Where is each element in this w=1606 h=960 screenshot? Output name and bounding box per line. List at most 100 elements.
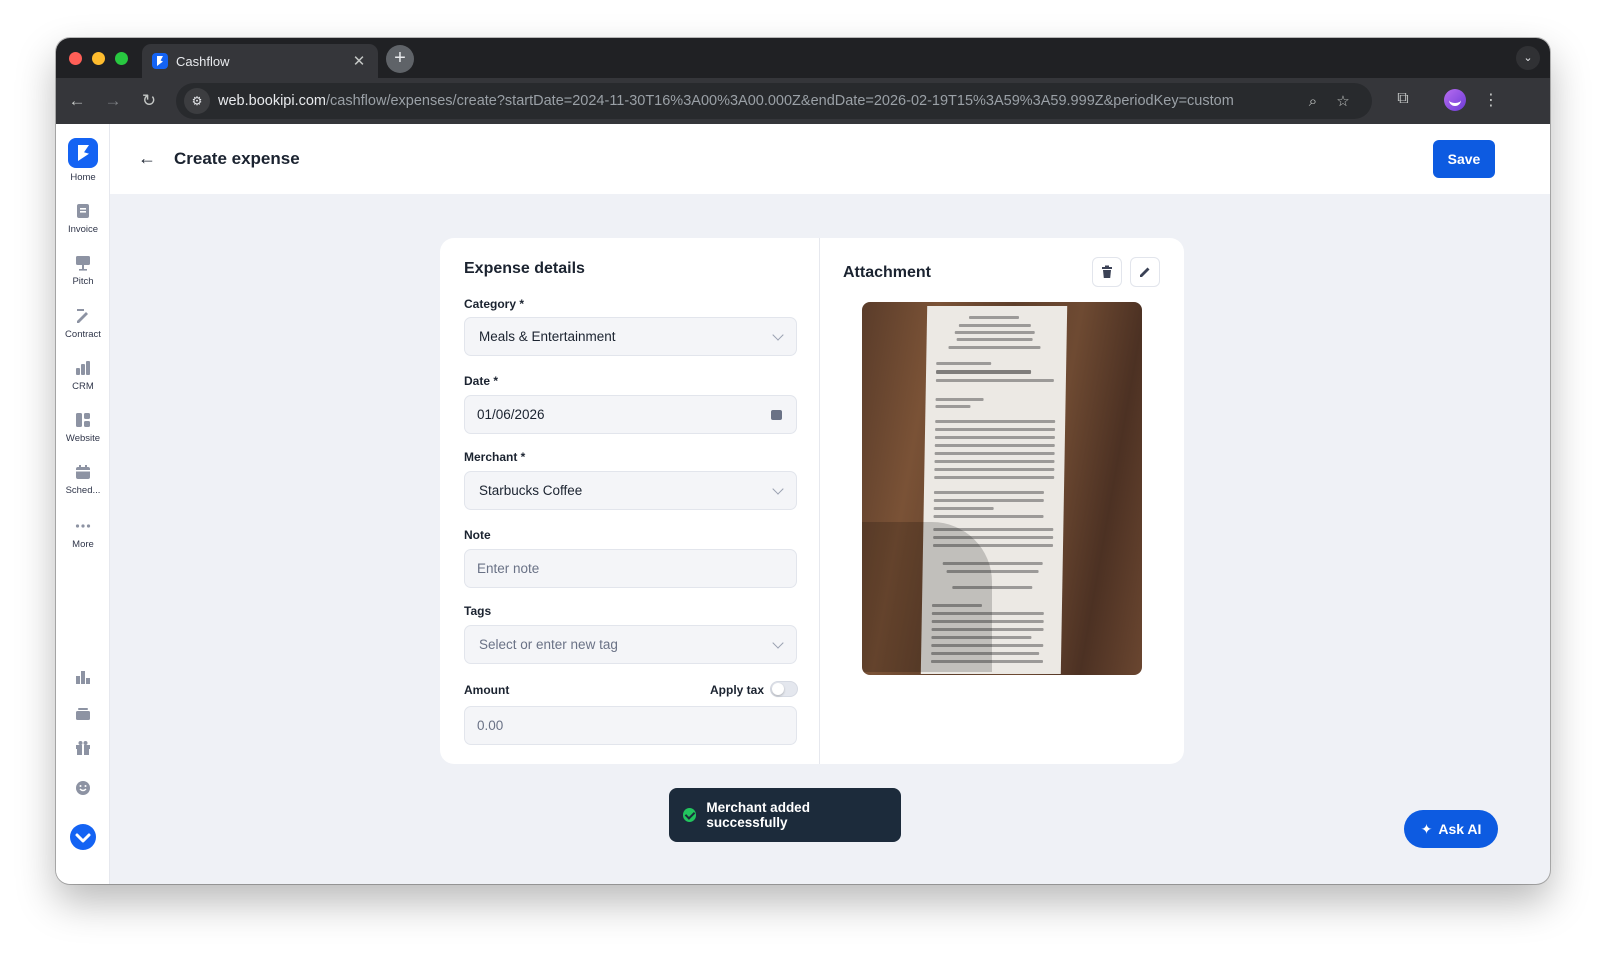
date-value: 01/06/2026 bbox=[477, 407, 545, 422]
pitch-icon bbox=[76, 256, 90, 271]
reports-icon bbox=[76, 671, 90, 684]
back-arrow-icon[interactable]: ← bbox=[138, 148, 156, 169]
browser-menu-icon[interactable]: ⋮ bbox=[1480, 90, 1502, 110]
sidebar-item-label: More bbox=[72, 539, 94, 550]
browser-tab[interactable]: Cashflow ✕ bbox=[142, 44, 378, 78]
sidebar-item-pitch[interactable]: Pitch bbox=[56, 254, 110, 287]
sidebar-item-home[interactable]: Home bbox=[56, 138, 110, 183]
apply-tax-label: Apply tax bbox=[710, 683, 765, 697]
profile-icon bbox=[70, 824, 96, 850]
sidebar-item-label: Contract bbox=[65, 329, 101, 340]
tab-close-icon[interactable]: ✕ bbox=[350, 52, 368, 70]
sidebar-item-label: Invoice bbox=[67, 224, 99, 235]
sidebar-item-contract[interactable]: Contract bbox=[56, 307, 110, 340]
tags-placeholder: Select or enter new tag bbox=[479, 637, 618, 652]
close-window-button[interactable] bbox=[69, 52, 82, 65]
browser-profile-avatar[interactable] bbox=[1444, 89, 1466, 111]
reload-icon[interactable]: ↻ bbox=[138, 90, 160, 112]
merchant-select[interactable]: Starbucks Coffee bbox=[464, 471, 797, 510]
url-text[interactable]: web.bookipi.com/cashflow/expenses/create… bbox=[218, 93, 1298, 109]
merchant-label: Merchant * bbox=[464, 450, 526, 464]
success-toast: Merchant added successfully bbox=[669, 788, 901, 842]
minimize-window-button[interactable] bbox=[92, 52, 105, 65]
sidebar-support[interactable] bbox=[56, 779, 110, 797]
bookipi-logo-icon bbox=[68, 138, 98, 168]
browser-tab-strip: Cashflow ✕ + ⌄ bbox=[56, 38, 1550, 78]
url-host: web.bookipi.com bbox=[218, 93, 326, 109]
receipt-shadow bbox=[862, 522, 992, 672]
chevron-down-icon bbox=[772, 636, 784, 649]
gift-icon bbox=[76, 741, 90, 755]
amount-placeholder: 0.00 bbox=[477, 718, 504, 733]
attachment-title: Attachment bbox=[843, 264, 932, 281]
crm-icon bbox=[76, 361, 90, 375]
browser-window: Cashflow ✕ + ⌄ ← → ↻ ⚙ web.bookipi.com/c… bbox=[56, 38, 1550, 884]
apply-tax-toggle[interactable] bbox=[770, 681, 798, 697]
expense-card: Expense details Category * Meals & Enter… bbox=[440, 238, 1184, 764]
merchant-value: Starbucks Coffee bbox=[479, 483, 583, 498]
sidebar-item-label: Website bbox=[65, 433, 101, 444]
tab-title: Cashflow bbox=[176, 53, 230, 69]
ask-ai-button[interactable]: ✦ Ask AI bbox=[1404, 810, 1498, 848]
sidebar-item-label: CRM bbox=[72, 381, 94, 392]
forward-nav-icon[interactable]: → bbox=[102, 90, 124, 112]
website-icon bbox=[76, 413, 90, 427]
cashflow-icon bbox=[76, 708, 90, 720]
sidebar-item-label: Pitch bbox=[72, 276, 94, 287]
bookipi-favicon-icon bbox=[152, 53, 168, 69]
sidebar: Home Invoice Pitch Contract CRM Website bbox=[56, 124, 110, 884]
page-title: Create expense bbox=[174, 149, 300, 168]
card-divider bbox=[819, 238, 820, 764]
app-root: Home Invoice Pitch Contract CRM Website bbox=[56, 124, 1550, 884]
site-info-icon[interactable]: ⚙ bbox=[184, 88, 210, 114]
tags-select[interactable]: Select or enter new tag bbox=[464, 625, 797, 664]
category-value: Meals & Entertainment bbox=[479, 329, 616, 344]
receipt-image[interactable] bbox=[862, 302, 1142, 675]
calendar-icon[interactable] bbox=[771, 409, 782, 420]
sidebar-item-label: Home bbox=[70, 172, 96, 183]
bookmark-star-icon[interactable]: ☆ bbox=[1328, 92, 1358, 110]
note-placeholder: Enter note bbox=[477, 561, 540, 576]
date-label: Date * bbox=[464, 374, 499, 388]
support-icon bbox=[76, 781, 90, 795]
sidebar-profile[interactable] bbox=[56, 824, 110, 850]
back-nav-icon[interactable]: ← bbox=[66, 90, 88, 112]
browser-toolbar: ← → ↻ ⚙ web.bookipi.com/cashflow/expense… bbox=[56, 78, 1550, 124]
sidebar-cashflow[interactable] bbox=[56, 704, 110, 722]
sidebar-item-website[interactable]: Website bbox=[56, 411, 110, 444]
sidebar-item-crm[interactable]: CRM bbox=[56, 359, 110, 392]
chevron-down-icon bbox=[772, 328, 784, 341]
sparkle-icon: ✦ bbox=[1420, 820, 1433, 837]
address-bar[interactable]: ⚙ web.bookipi.com/cashflow/expenses/crea… bbox=[176, 83, 1372, 119]
edit-attachment-button[interactable] bbox=[1130, 257, 1160, 287]
sidebar-item-invoice[interactable]: Invoice bbox=[56, 202, 110, 235]
zoom-icon[interactable]: ⌕ bbox=[1298, 93, 1328, 110]
page-header: ← Create expense Save bbox=[110, 124, 1550, 194]
category-select[interactable]: Meals & Entertainment bbox=[464, 317, 797, 356]
ask-ai-label: Ask AI bbox=[1438, 821, 1482, 837]
contract-icon bbox=[77, 309, 88, 323]
sidebar-item-label: Sched... bbox=[65, 485, 101, 496]
date-field[interactable]: 01/06/2026 bbox=[464, 395, 797, 434]
sidebar-reports[interactable] bbox=[56, 668, 110, 686]
amount-label: Amount bbox=[464, 683, 510, 697]
extensions-icon[interactable]: ⧉ bbox=[1392, 90, 1414, 108]
category-label: Category * bbox=[464, 297, 525, 311]
new-tab-button[interactable]: + bbox=[386, 45, 414, 73]
expense-details-title: Expense details bbox=[464, 260, 585, 277]
sidebar-item-more[interactable]: More bbox=[56, 517, 110, 550]
amount-input[interactable]: 0.00 bbox=[464, 706, 797, 745]
more-icon bbox=[75, 524, 91, 528]
note-input[interactable]: Enter note bbox=[464, 549, 797, 588]
maximize-window-button[interactable] bbox=[115, 52, 128, 65]
save-button[interactable]: Save bbox=[1433, 140, 1495, 178]
delete-attachment-button[interactable] bbox=[1092, 257, 1122, 287]
schedule-icon bbox=[76, 465, 90, 479]
sidebar-gift[interactable] bbox=[56, 739, 110, 757]
chevron-down-icon bbox=[772, 482, 784, 495]
sidebar-item-schedule[interactable]: Sched... bbox=[56, 463, 110, 496]
note-label: Note bbox=[464, 528, 491, 542]
tags-label: Tags bbox=[464, 604, 492, 618]
url-path: /cashflow/expenses/create?startDate=2024… bbox=[326, 93, 1234, 109]
tab-search-chevron-icon[interactable]: ⌄ bbox=[1516, 46, 1540, 70]
